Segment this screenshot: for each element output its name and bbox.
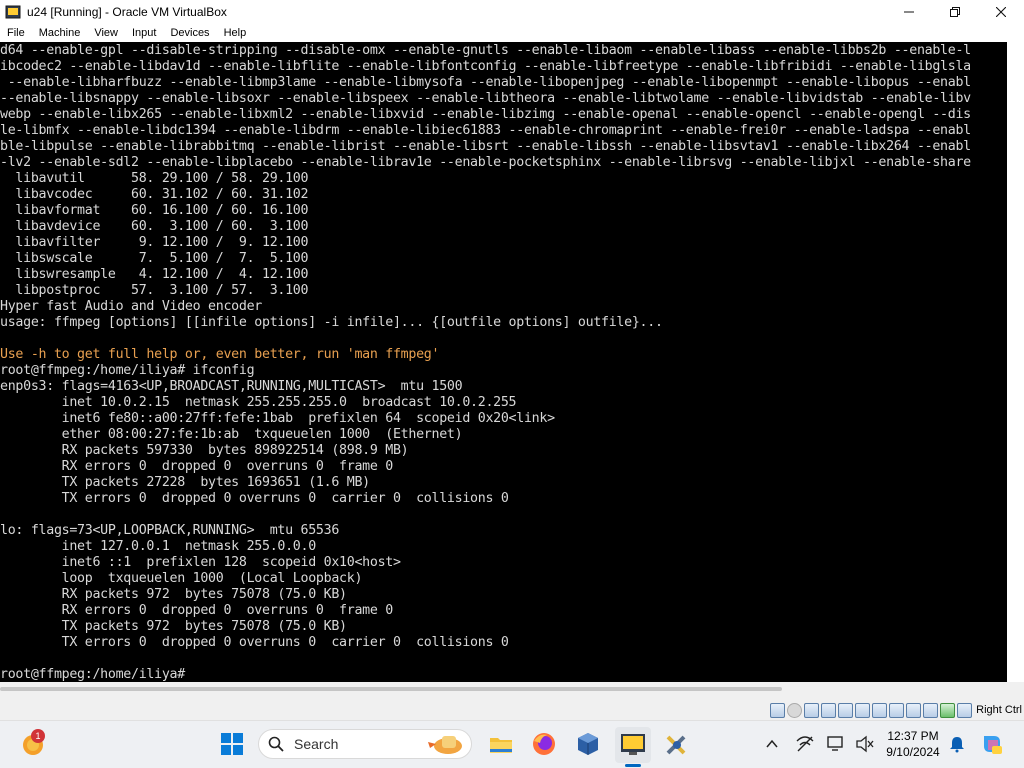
hard-disk-icon[interactable] xyxy=(770,702,786,718)
terminal-line: RX errors 0 dropped 0 overruns 0 frame 0 xyxy=(0,459,394,474)
menu-view[interactable]: View xyxy=(87,24,125,42)
terminal-line: libpostproc 57. 3.100 / 57. 3.100 xyxy=(0,283,309,298)
file-explorer-icon[interactable] xyxy=(488,731,514,757)
mouse-integration-icon[interactable] xyxy=(940,702,956,718)
cpu-icon[interactable] xyxy=(923,702,939,718)
maximize-button[interactable] xyxy=(932,0,978,24)
recording-icon[interactable] xyxy=(906,702,922,718)
display-settings-icon[interactable] xyxy=(826,735,846,753)
display-icon[interactable] xyxy=(872,702,888,718)
terminal-line: libavutil 58. 29.100 / 58. 29.100 xyxy=(0,171,309,186)
usb-icon[interactable] xyxy=(838,702,854,718)
terminal-line: le-libmfx --enable-libdc1394 --enable-li… xyxy=(0,123,971,138)
search-icon xyxy=(268,736,284,752)
shared-folder-icon[interactable] xyxy=(855,702,871,718)
terminal-line: d64 --enable-gpl --disable-stripping --d… xyxy=(0,43,971,58)
copilot-icon[interactable] xyxy=(980,732,1004,756)
keyboard-icon[interactable] xyxy=(957,702,973,718)
terminal-line: Hyper fast Audio and Video encoder xyxy=(0,299,262,314)
active-app-indicator xyxy=(625,764,641,767)
close-icon xyxy=(996,7,1006,17)
terminal-line: libavcodec 60. 31.102 / 60. 31.102 xyxy=(0,187,309,202)
terminal-line: inet 10.0.2.15 netmask 255.255.255.0 bro… xyxy=(0,395,517,410)
menu-bar: File Machine View Input Devices Help xyxy=(0,24,1024,42)
terminal-line: usage: ffmpeg [options] [[infile options… xyxy=(0,315,663,330)
terminal-line: TX errors 0 dropped 0 overruns 0 carrier… xyxy=(0,491,509,506)
notification-bell-icon[interactable] xyxy=(948,735,966,753)
volume-icon[interactable] xyxy=(855,735,875,753)
terminal-line: inet6 ::1 prefixlen 128 scopeid 0x10<hos… xyxy=(0,555,401,570)
terminal-line: TX packets 972 bytes 75078 (75.0 KB) xyxy=(0,619,347,634)
horizontal-scroll-thumb[interactable] xyxy=(0,687,782,691)
terminal-line: ether 08:00:27:fe:1b:ab txqueuelen 1000 … xyxy=(0,427,463,442)
taskbar-clock[interactable]: 12:37 PM 9/10/2024 xyxy=(880,728,946,760)
terminal-line: Use -h to get full help or, even better,… xyxy=(0,347,440,362)
notification-badge: 1 xyxy=(31,729,45,743)
host-key-label[interactable]: Right Ctrl xyxy=(976,704,1022,716)
terminal-line: webp --enable-libx265 --enable-libxml2 -… xyxy=(0,107,971,122)
vm-terminal-screen[interactable]: d64 --enable-gpl --disable-stripping --d… xyxy=(0,42,1007,682)
virtualbox-icon[interactable] xyxy=(575,731,601,757)
minimize-button[interactable] xyxy=(886,0,932,24)
vertical-scroll-gutter xyxy=(1007,42,1024,682)
menu-machine[interactable]: Machine xyxy=(32,24,88,42)
menu-input[interactable]: Input xyxy=(125,24,163,42)
terminal-line: libswscale 7. 5.100 / 7. 5.100 xyxy=(0,251,309,266)
terminal-line: RX errors 0 dropped 0 overruns 0 frame 0 xyxy=(0,603,394,618)
video-capture-icon[interactable] xyxy=(889,702,905,718)
terminal-line: root@ffmpeg:/home/iliya# ifconfig xyxy=(0,363,255,378)
terminal-line: libavfilter 9. 12.100 / 9. 12.100 xyxy=(0,235,309,250)
virtualbox-vm-icon[interactable] xyxy=(620,731,646,757)
maximize-icon xyxy=(950,7,960,17)
terminal-line: TX packets 27228 bytes 1693651 (1.6 MB) xyxy=(0,475,371,490)
network-off-icon[interactable] xyxy=(795,735,815,753)
terminal-line: TX errors 0 dropped 0 overruns 0 carrier… xyxy=(0,635,509,650)
minimize-icon xyxy=(904,11,914,13)
clock-time: 12:37 PM xyxy=(887,729,939,743)
search-placeholder: Search xyxy=(294,736,339,752)
terminal-line: inet6 fe80::a00:27ff:fefe:1bab prefixlen… xyxy=(0,411,555,426)
virtualbox-app-icon xyxy=(5,5,21,19)
terminal-line: --enable-libsnappy --enable-libsoxr --en… xyxy=(0,91,971,106)
chevron-up-icon[interactable] xyxy=(765,737,779,751)
terminal-line: ibcodec2 --enable-libdav1d --enable-libf… xyxy=(0,59,971,74)
firefox-icon[interactable] xyxy=(531,731,557,757)
terminal-line: lo: flags=73<UP,LOOPBACK,RUNNING> mtu 65… xyxy=(0,523,340,538)
vm-status-bar: Right Ctrl xyxy=(0,700,1024,720)
clock-date: 9/10/2024 xyxy=(886,745,940,759)
menu-help[interactable]: Help xyxy=(217,24,254,42)
terminal-line: ble-libpulse --enable-librabbitmq --enab… xyxy=(0,139,971,154)
start-icon[interactable] xyxy=(219,731,245,757)
tool-icon[interactable] xyxy=(664,731,690,757)
network-icon[interactable] xyxy=(821,702,837,718)
terminal-line: -lv2 --enable-sdl2 --enable-libplacebo -… xyxy=(0,155,971,170)
terminal-line: loop txqueuelen 1000 (Local Loopback) xyxy=(0,571,363,586)
close-button[interactable] xyxy=(978,0,1024,24)
audio-icon[interactable] xyxy=(804,702,820,718)
terminal-line: enp0s3: flags=4163<UP,BROADCAST,RUNNING,… xyxy=(0,379,463,394)
terminal-line: root@ffmpeg:/home/iliya# xyxy=(0,667,193,682)
menu-file[interactable]: File xyxy=(0,24,32,42)
terminal-line: --enable-libharfbuzz --enable-libmp3lame… xyxy=(0,75,971,90)
terminal-line: libswresample 4. 12.100 / 4. 12.100 xyxy=(0,267,309,282)
optical-drive-icon[interactable] xyxy=(787,702,803,718)
window-titlebar: u24 [Running] - Oracle VM VirtualBox xyxy=(0,0,1024,24)
terminal-line: libavdevice 60. 3.100 / 60. 3.100 xyxy=(0,219,309,234)
terminal-line: inet 127.0.0.1 netmask 255.0.0.0 xyxy=(0,539,317,554)
window-controls xyxy=(886,0,1024,24)
widget-icon xyxy=(428,736,462,754)
horizontal-scrollbar[interactable] xyxy=(0,682,1024,700)
menu-devices[interactable]: Devices xyxy=(163,24,216,42)
terminal-line: RX packets 597330 bytes 898922514 (898.9… xyxy=(0,443,409,458)
terminal-line: libavformat 60. 16.100 / 60. 16.100 xyxy=(0,203,309,218)
window-title: u24 [Running] - Oracle VM VirtualBox xyxy=(27,5,227,19)
terminal-line: RX packets 972 bytes 75078 (75.0 KB) xyxy=(0,587,347,602)
